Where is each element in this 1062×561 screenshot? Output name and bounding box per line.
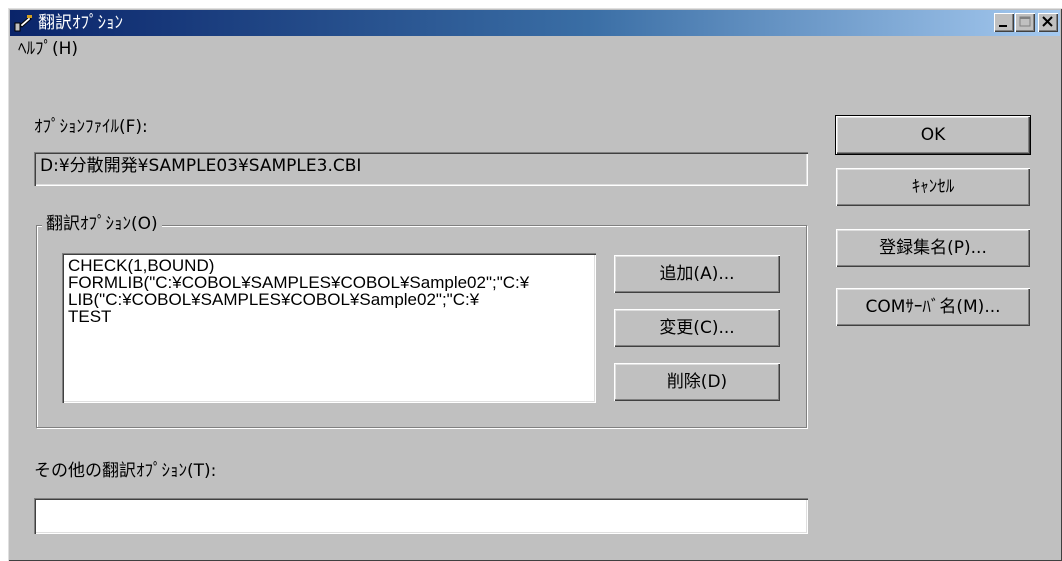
delete-button[interactable]: 削除(D) xyxy=(614,363,780,401)
dialog-window: 翻訳ｵﾌﾟｼｮﾝ ﾍﾙﾌﾟ(H) ｵﾌﾟｼｮﾝﾌｧｲﾙ(F): D:¥分散開発¥… xyxy=(8,8,1062,561)
maximize-button[interactable] xyxy=(1015,13,1035,32)
other-options-input[interactable] xyxy=(34,498,808,534)
close-icon xyxy=(1042,16,1053,27)
list-item[interactable]: FORMLIB("C:¥COBOL¥SAMPLES¥COBOL¥Sample02… xyxy=(68,274,590,291)
translation-options-group-label: 翻訳ｵﾌﾟｼｮﾝ(O) xyxy=(42,213,162,235)
ok-button[interactable]: OK xyxy=(836,116,1030,154)
list-item[interactable]: LIB("C:¥COBOL¥SAMPLES¥COBOL¥Sample02";"C… xyxy=(68,291,590,308)
minimize-button[interactable] xyxy=(994,13,1014,32)
menu-bar: ﾍﾙﾌﾟ(H) xyxy=(12,38,84,62)
list-item[interactable]: CHECK(1,BOUND) xyxy=(68,257,590,274)
close-button[interactable] xyxy=(1038,13,1058,32)
maximize-icon xyxy=(1019,16,1031,27)
add-button[interactable]: 追加(A)... xyxy=(614,255,780,293)
title-bar[interactable]: 翻訳ｵﾌﾟｼｮﾝ xyxy=(10,10,1060,36)
cancel-button[interactable]: ｷｬﾝｾﾙ xyxy=(836,168,1030,206)
app-icon xyxy=(14,15,32,32)
change-button[interactable]: 変更(C)... xyxy=(614,309,780,347)
option-file-label: ｵﾌﾟｼｮﾝﾌｧｲﾙ(F): xyxy=(34,117,148,137)
other-options-label: その他の翻訳ｵﾌﾟｼｮﾝ(T): xyxy=(34,461,217,481)
window-title: 翻訳ｵﾌﾟｼｮﾝ xyxy=(38,13,123,33)
register-set-name-button[interactable]: 登録集名(P)... xyxy=(836,229,1030,267)
translation-options-list[interactable]: CHECK(1,BOUND) FORMLIB("C:¥COBOL¥SAMPLES… xyxy=(62,253,596,403)
option-file-field[interactable]: D:¥分散開発¥SAMPLE03¥SAMPLE3.CBI xyxy=(34,152,808,186)
menu-help[interactable]: ﾍﾙﾌﾟ(H) xyxy=(12,39,84,59)
list-item[interactable]: TEST xyxy=(68,308,590,325)
minimize-icon xyxy=(999,25,1007,27)
com-server-name-button[interactable]: COMｻｰﾊﾞ名(M)... xyxy=(836,288,1030,326)
